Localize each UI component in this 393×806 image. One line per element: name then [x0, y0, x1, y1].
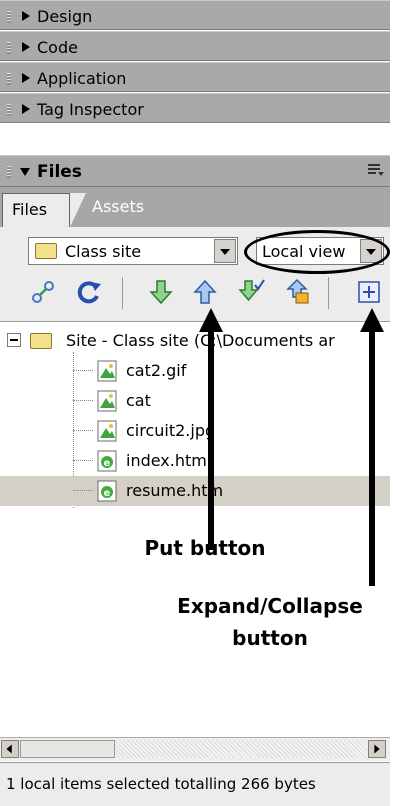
panel-group-title: Application: [37, 69, 127, 88]
expand-arrow-icon[interactable]: [22, 104, 30, 114]
status-bar: 1 local items selected totalling 266 byt…: [0, 762, 390, 806]
scroll-thumb[interactable]: [20, 740, 115, 758]
horizontal-scrollbar[interactable]: [0, 737, 390, 761]
panel-group-files[interactable]: Files: [0, 155, 390, 187]
folder-icon: [35, 243, 57, 259]
panel-group-title: Design: [37, 7, 93, 26]
status-text: 1 local items selected totalling 266 byt…: [6, 775, 316, 793]
callout-arrows: [199, 308, 384, 586]
site-dropdown-value: Class site: [65, 242, 142, 261]
panel-group-code[interactable]: Code: [0, 31, 390, 61]
tab-label: Assets: [92, 197, 145, 216]
arrow-left-icon: [6, 744, 12, 754]
panel-group-application[interactable]: Application: [0, 62, 390, 92]
grip-icon[interactable]: [7, 104, 11, 116]
put-arrowhead-icon: [199, 308, 223, 332]
panel-group-design[interactable]: Design: [0, 0, 390, 30]
grip-icon[interactable]: [7, 42, 11, 54]
panel-group-title: Tag Inspector: [37, 100, 144, 119]
arrow-right-icon: [374, 744, 380, 754]
tab-bar: Files Assets: [0, 187, 390, 227]
collapse-arrow-icon[interactable]: [20, 168, 30, 176]
expand-arrow-icon[interactable]: [22, 11, 30, 21]
tab-assets[interactable]: Assets: [92, 197, 144, 216]
highlight-oval: [244, 230, 390, 274]
expand-arrow-icon[interactable]: [22, 73, 30, 83]
grip-icon[interactable]: [7, 11, 11, 23]
tab-divider: [70, 193, 86, 227]
site-dropdown[interactable]: Class site: [28, 237, 238, 265]
chevron-down-icon[interactable]: [214, 239, 236, 263]
grip-icon[interactable]: [7, 73, 11, 85]
grip-icon[interactable]: [7, 166, 11, 178]
expand-arrowhead-icon: [360, 308, 384, 332]
options-menu-icon[interactable]: [368, 162, 384, 178]
tab-label: Files: [12, 200, 48, 219]
panel-group-title: Code: [37, 38, 78, 57]
panel-group-tag-inspector[interactable]: Tag Inspector: [0, 93, 390, 123]
scroll-left-button[interactable]: [1, 740, 19, 758]
expand-arrow-icon[interactable]: [22, 42, 30, 52]
scroll-track[interactable]: [115, 740, 367, 758]
put-button-callout: Put button: [144, 536, 266, 560]
expand-collapse-callout: Expand/Collapse button: [177, 594, 363, 650]
tab-files[interactable]: Files: [2, 193, 70, 227]
panel-group-title: Files: [37, 162, 82, 182]
scroll-right-button[interactable]: [368, 740, 386, 758]
